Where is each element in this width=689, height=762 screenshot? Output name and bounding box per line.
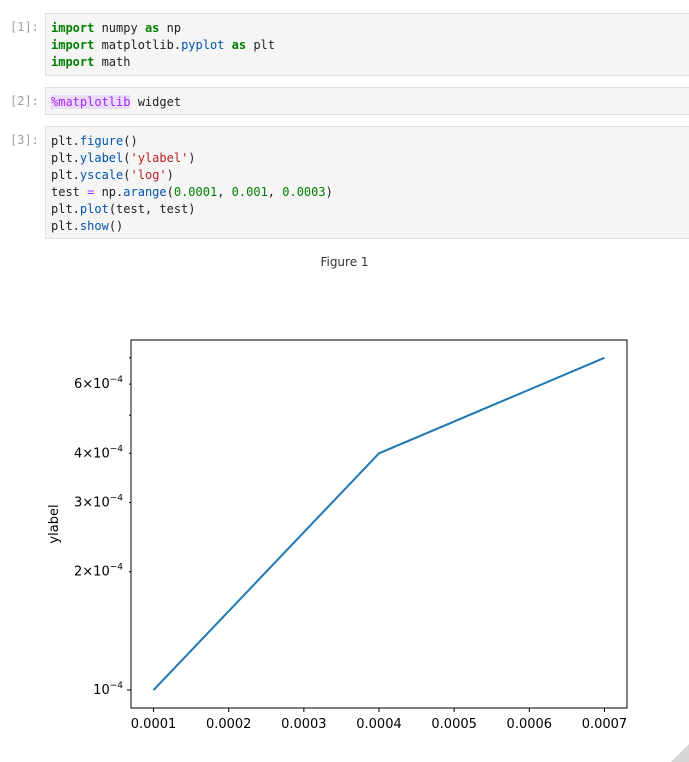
code-token: ) [188,151,196,165]
code-token: numpy [94,21,145,35]
y-tick-base: 10 [93,495,110,510]
y-tick-exponent: −4 [110,493,124,503]
code-editor[interactable]: %matplotlib widget [45,87,689,115]
code-line: plt.plot(test, test) [51,201,689,218]
resize-handle[interactable] [671,744,689,762]
code-line: import matplotlib.pyplot as plt [51,37,689,54]
code-token: plt. [51,134,80,148]
code-token: () [108,219,124,233]
code-token: import [51,21,95,35]
y-tick-mantissa: 2 [74,565,82,580]
code-line: plt.ylabel('ylabel') [51,150,689,167]
code-token: plt. [51,168,80,182]
code-token: %matplotlib [51,95,131,109]
code-token: as [231,38,247,52]
code-editor[interactable]: import numpy as np import matplotlib.pypl… [45,13,689,76]
code-token: plt. [51,151,80,165]
x-tick-label: 0.0007 [582,717,628,732]
y-tick-label: 3×10−4 [74,493,123,510]
x-tick-label: 0.0003 [281,717,327,732]
y-tick-label: 10−4 [93,681,123,698]
y-tick-mantissa: 3 [74,495,82,510]
figure-canvas[interactable]: 0.0001 0.0002 0.0003 0.0004 0.0005 0.0006 0.00… [0,280,689,762]
code-editor[interactable]: plt.figure() plt.ylabel('ylabel') plt.ysca… [45,126,689,239]
cell-prompt: [3]: [10,133,39,147]
y-tick-label: 2×10−4 [74,563,123,580]
code-token: 0.0001 [173,185,218,199]
code-token: ( [123,168,131,182]
y-tick-label: 4×10−4 [74,444,123,461]
code-token: np. [94,185,124,199]
plot-area [130,339,628,709]
code-token: as [144,21,160,35]
code-token: 0.001 [231,185,268,199]
code-token: plt. [51,219,80,233]
y-tick-base: 10 [93,446,110,461]
figure-title: Figure 1 [320,255,369,269]
code-line: import math [51,54,689,71]
code-token: matplotlib. [94,38,182,52]
y-tick-base: 10 [93,377,110,392]
code-token: np [159,21,182,35]
code-token: plt [246,38,276,52]
x-tick-label: 0.0004 [356,717,402,732]
code-token: figure [79,134,124,148]
y-tick-exponent: −4 [110,375,124,385]
code-line: test = np.arange(0.0001, 0.001, 0.0003) [51,184,689,201]
y-tick-label: 6×10−4 [74,375,123,392]
y-tick-base: 10 [93,565,110,580]
y-tick-times: × [82,377,93,392]
code-token: plot [79,202,109,216]
y-tick-mantissa: 6 [74,377,82,392]
code-token: import [51,38,95,52]
code-token: ) [166,168,174,182]
y-tick-base: 10 [93,683,110,698]
cell-prompt: [2]: [10,94,39,108]
x-tick-label: 0.0001 [131,717,177,732]
code-token: arange [123,185,167,199]
code-token: plt. [51,202,80,216]
code-token: pyplot [181,38,225,52]
y-axis-label: ylabel [47,504,62,543]
code-token: math [94,55,131,69]
code-token: yscale [79,168,124,182]
code-line: %matplotlib widget [51,94,689,111]
y-tick-times: × [82,446,93,461]
code-token: () [123,134,138,148]
code-token: 'ylabel' [130,151,189,165]
code-token: ( [166,185,174,199]
code-token: import [51,55,95,69]
x-tick-label: 0.0005 [431,717,477,732]
x-tick-label: 0.0002 [206,717,252,732]
y-tick-times: × [82,565,93,580]
code-line: plt.figure() [51,133,689,150]
code-token: 'log' [130,168,167,182]
y-tick-exponent: −4 [110,563,124,573]
y-tick-exponent: −4 [110,444,124,454]
code-token: widget [130,95,182,109]
code-token: ylabel [79,151,124,165]
code-token: (test, test) [108,202,196,216]
code-token: test [51,185,88,199]
code-token: , [267,185,283,199]
code-token: ( [123,151,131,165]
code-line: plt.show() [51,218,689,235]
y-tick-exponent: −4 [110,681,124,691]
code-token: , [217,185,232,199]
code-line: plt.yscale('log') [51,167,689,184]
code-token: 0.0003 [282,185,326,199]
cell-prompt: [1]: [10,20,39,34]
code-token: show [79,219,109,233]
code-token: ) [325,185,333,199]
y-tick-times: × [82,495,93,510]
y-tick-mantissa: 4 [74,446,82,461]
code-line: import numpy as np [51,20,689,37]
x-tick-label: 0.0006 [507,717,553,732]
